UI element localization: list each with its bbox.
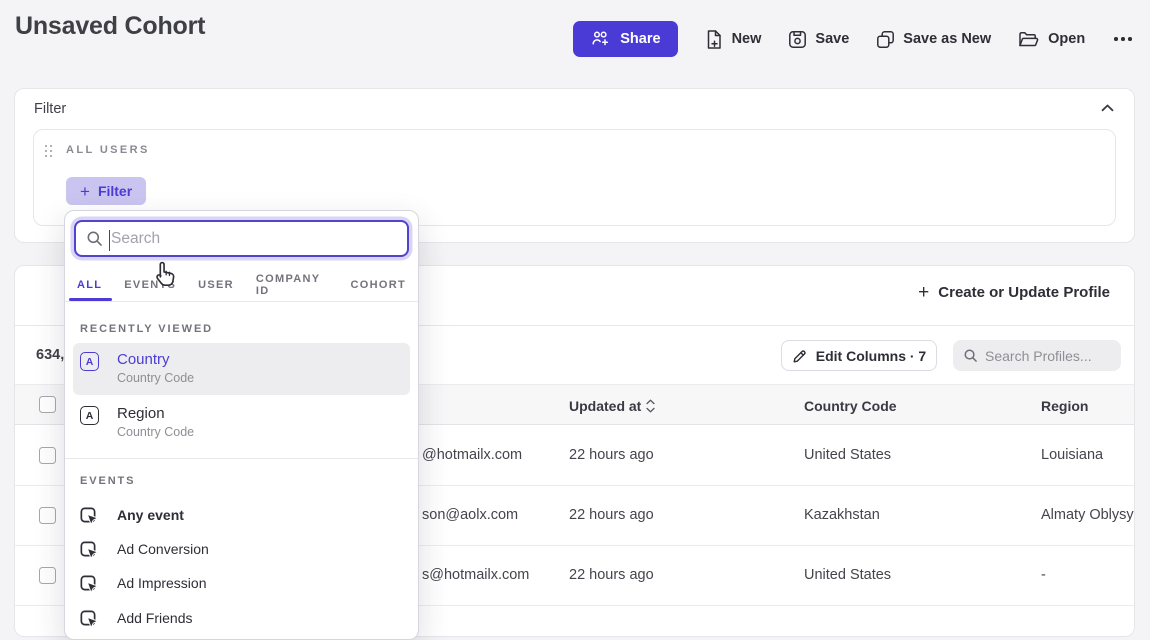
cell-email: s@hotmailx.com — [422, 567, 529, 583]
item-sublabel: Country Code — [117, 425, 194, 439]
search-profiles-box — [953, 340, 1121, 371]
filter-panel-title: Filter — [34, 101, 66, 117]
item-label: Ad Impression — [117, 575, 206, 591]
event-cursor-icon — [80, 610, 98, 628]
more-options-button[interactable] — [1112, 33, 1134, 45]
cell-email: @hotmailx.com — [422, 447, 522, 463]
edit-columns-button[interactable]: Edit Columns · 7 — [781, 340, 937, 371]
add-filter-button[interactable]: + Filter — [66, 177, 146, 205]
share-button-label: Share — [620, 31, 660, 47]
dropdown-item-ad-impression[interactable]: Ad Impression — [73, 567, 410, 600]
open-button[interactable]: Open — [1018, 30, 1085, 49]
cell-updated-at: 22 hours ago — [569, 567, 654, 583]
row-checkbox[interactable] — [39, 447, 56, 464]
item-sublabel: Country Code — [117, 371, 194, 385]
save-button[interactable]: Save — [788, 30, 849, 49]
open-button-label: Open — [1048, 31, 1085, 47]
save-as-new-button[interactable]: Save as New — [876, 30, 991, 49]
item-label: Ad Conversion — [117, 541, 209, 557]
cell-updated-at: 22 hours ago — [569, 507, 654, 523]
save-as-new-button-label: Save as New — [903, 31, 991, 47]
sort-icon — [646, 399, 655, 413]
toolbar: Share New Save Save as New — [573, 21, 1134, 57]
dropdown-tabs: ALL EVENTS USER COMPANY ID COHORT — [65, 269, 418, 302]
select-all-checkbox[interactable] — [39, 396, 56, 413]
drag-handle-icon[interactable] — [45, 145, 52, 157]
column-header-country-code: Country Code — [804, 398, 897, 414]
tab-company-id[interactable]: COMPANY ID — [256, 273, 329, 297]
create-profile-button-label: Create or Update Profile — [938, 284, 1110, 301]
new-button-label: New — [732, 31, 762, 47]
item-label: Add Friends — [117, 610, 192, 626]
search-icon — [86, 230, 103, 247]
tab-cohort[interactable]: COHORT — [351, 279, 406, 291]
dropdown-item-add-friends[interactable]: Add Friends — [73, 602, 410, 635]
cell-email: son@aolx.com — [422, 507, 518, 523]
cell-region: - — [1041, 567, 1046, 583]
search-icon — [963, 348, 978, 363]
collapse-panel-button[interactable] — [1097, 100, 1118, 116]
plus-icon: + — [80, 183, 90, 200]
event-cursor-icon — [80, 575, 98, 593]
dropdown-search-box — [74, 220, 409, 257]
page-title: Unsaved Cohort — [15, 12, 205, 41]
row-checkbox[interactable] — [39, 567, 56, 584]
new-document-icon — [705, 29, 724, 50]
pencil-icon — [792, 348, 808, 364]
search-profiles-input[interactable] — [985, 348, 1111, 364]
events-header: EVENTS — [80, 475, 135, 487]
plus-icon: + — [918, 283, 929, 302]
column-header-region: Region — [1041, 398, 1088, 414]
dropdown-search-input[interactable] — [111, 230, 397, 248]
tab-user[interactable]: USER — [198, 279, 234, 291]
cell-country-code: United States — [804, 567, 891, 583]
tab-all[interactable]: ALL — [77, 279, 102, 291]
ellipsis-icon — [1114, 37, 1118, 41]
dropdown-item-country[interactable]: Country Country Code — [73, 343, 410, 395]
property-letter-a-icon — [80, 406, 99, 425]
divider — [65, 458, 418, 459]
save-icon — [788, 30, 807, 49]
tab-events[interactable]: EVENTS — [124, 279, 176, 291]
item-label: Country — [117, 351, 170, 368]
cell-country-code: Kazakhstan — [804, 507, 880, 523]
cell-country-code: United States — [804, 447, 891, 463]
share-users-icon — [590, 30, 611, 48]
edit-columns-label: Edit Columns · 7 — [816, 348, 926, 364]
event-cursor-icon — [80, 507, 98, 525]
copy-icon — [876, 30, 895, 49]
new-button[interactable]: New — [705, 29, 762, 50]
save-button-label: Save — [815, 31, 849, 47]
cell-region: Almaty Oblysy — [1041, 507, 1134, 523]
folder-open-icon — [1018, 30, 1040, 49]
chevron-up-icon — [1101, 104, 1114, 112]
share-button[interactable]: Share — [573, 21, 677, 57]
cell-updated-at: 22 hours ago — [569, 447, 654, 463]
column-header-updated-at[interactable]: Updated at — [569, 398, 655, 414]
add-filter-button-label: Filter — [98, 183, 132, 199]
recently-viewed-header: RECENTLY VIEWED — [80, 323, 213, 335]
text-caret — [109, 230, 110, 251]
row-checkbox[interactable] — [39, 507, 56, 524]
item-label: Region — [117, 405, 165, 422]
property-letter-a-icon — [80, 352, 99, 371]
create-or-update-profile-button[interactable]: + Create or Update Profile — [918, 283, 1110, 302]
event-cursor-icon — [80, 541, 98, 559]
dropdown-item-region[interactable]: Region Country Code — [73, 397, 410, 449]
cell-region: Louisiana — [1041, 447, 1103, 463]
dropdown-item-any-event[interactable]: Any event — [73, 499, 410, 532]
filter-property-dropdown: ALL EVENTS USER COMPANY ID COHORT RECENT… — [64, 210, 419, 640]
dropdown-item-ad-conversion[interactable]: Ad Conversion — [73, 533, 410, 566]
item-label: Any event — [117, 507, 184, 523]
filter-group-label: ALL USERS — [66, 144, 150, 156]
